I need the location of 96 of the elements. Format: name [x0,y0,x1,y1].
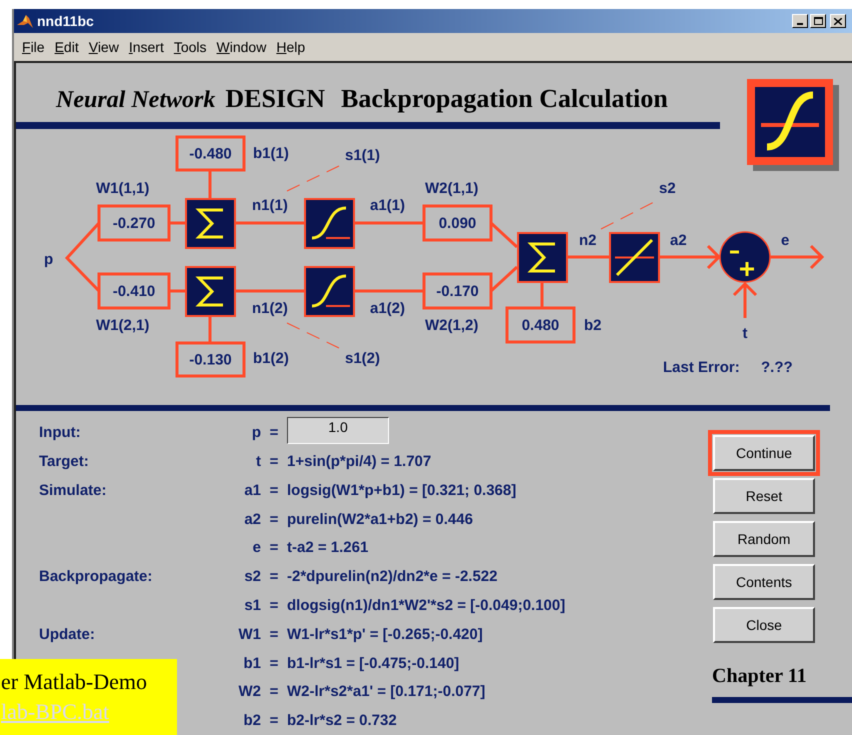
section-label: Backpropagate: [39,568,152,586]
net-input-label: n2 [579,232,597,249]
close-button[interactable] [830,14,846,28]
formula-text: t-a2 = 1.261 [287,538,368,558]
equals-sign: = [270,682,278,702]
section-label: Update: [39,626,95,643]
equals-sign: = [270,711,278,732]
variable-label: W2 [238,683,261,700]
last-error-value: ?.?? [761,358,793,376]
sum-icon [185,266,236,317]
sensitivity-label: s2 [659,180,676,197]
weight-value: -0.170 [422,272,492,310]
sigmoid-icon [304,198,355,249]
matlab-logo-icon [16,13,34,29]
close-icon [834,18,842,24]
weight-label: W1(2,1) [96,316,150,334]
input-label: p [44,250,54,268]
variable-label: s1 [244,596,261,614]
equals-sign: = [270,480,278,501]
variable-label: b1 [243,654,261,672]
bias-value: -0.480 [176,136,246,172]
sensitivity-label: s1(1) [345,146,380,164]
weight-label: W1(1,1) [96,180,150,197]
bias-label: b1(2) [253,350,289,367]
bias-label: b1(1) [253,144,289,162]
formula-text: logsig(W1*p+b1) = [0.321; 0.368] [287,480,516,501]
variable-label: s2 [244,568,261,586]
output-label: a1(1) [370,196,406,214]
menu-item[interactable]: Insert [124,36,169,58]
menu-item[interactable]: Tools [168,36,212,58]
page-title: Backpropagation Calculation [341,83,668,115]
menu-item[interactable]: View [84,36,124,58]
formula-text: b1-lr*s1 = [-0.475;-0.140] [287,654,460,674]
note-text: er Matlab-Demo [1,668,148,696]
sum-icon [185,198,236,249]
formula-text: dlogsig(n1)/dn1*W2'*s2 = [-0.049;0.100] [287,596,566,616]
error-label: e [781,232,790,249]
weight-label: W2(1,2) [425,316,478,334]
section-label: Input: [39,424,81,442]
menu-item[interactable]: File [17,36,50,58]
net-input-label: n1(1) [252,196,288,214]
summing-junction-icon [719,231,771,283]
menu-item[interactable]: Help [271,36,310,58]
weight-value: 0.090 [422,204,492,242]
section-label: Target: [39,452,89,470]
output-label: a2 [670,232,687,249]
menu-item[interactable]: Window [212,36,272,58]
brand-title: Neural Network [56,86,216,115]
net-input-label: n1(2) [252,300,288,317]
formula-text: -2*dpurelin(n2)/dn2*e = -2.522 [287,567,498,588]
equals-sign: = [270,510,278,530]
equals-sign: = [270,538,278,558]
variable-label: a1 [244,482,261,499]
formula-text: W2-lr*s2*a1' = [0.171;-0.077] [287,682,486,702]
bias-value: 0.480 [506,306,576,344]
variable-label: b2 [243,712,261,730]
bias-label: b2 [584,316,602,334]
leader-line [286,322,340,348]
equals-sign: = [270,654,278,674]
sigmoid-icon [304,266,355,317]
sensitivity-label: s1(2) [345,350,380,367]
brand-title: DESIGN [225,83,326,115]
equals-sign: = [270,596,278,616]
weight-label: W2(1,1) [425,180,478,197]
equals-sign: = [270,452,278,472]
variable-label: a2 [244,510,261,528]
formula-text: b2-lr*s2 = 0.732 [287,711,397,732]
weight-value: -0.270 [98,204,170,242]
equals-sign: = [270,423,278,444]
variable-label: W1 [238,626,261,643]
output-label: a1(2) [370,300,406,317]
weight-value: -0.410 [98,272,170,310]
formula-text: W1-lr*s1*p' = [-0.265;-0.420] [287,624,483,645]
target-label: t [742,324,748,342]
variable-label: e [252,539,261,556]
last-error-label: Last Error: [663,358,740,376]
window-title: nnd11bc [37,12,94,30]
leader-line [600,202,654,230]
sum-icon [517,232,568,283]
equals-sign: = [270,624,278,645]
equals-sign: = [270,567,278,588]
formula-text: purelin(W2*a1+b2) = 0.446 [287,510,473,530]
menu-item[interactable]: Edit [50,36,84,58]
variable-label: p [252,424,261,442]
input-field[interactable]: 1.0 [287,416,389,444]
action-button[interactable]: Continue [708,430,820,476]
section-label: Simulate: [39,482,107,499]
minimize-button[interactable] [792,14,808,28]
leader-line [286,166,340,192]
variable-label: t [256,452,261,470]
chapter-label: Chapter 11 [712,664,808,689]
maximize-button[interactable] [810,14,826,28]
logo-icon [747,79,839,171]
bias-value: -0.130 [176,342,246,378]
linear-icon [609,232,660,283]
formula-text: 1+sin(p*pi/4) = 1.707 [287,452,432,472]
